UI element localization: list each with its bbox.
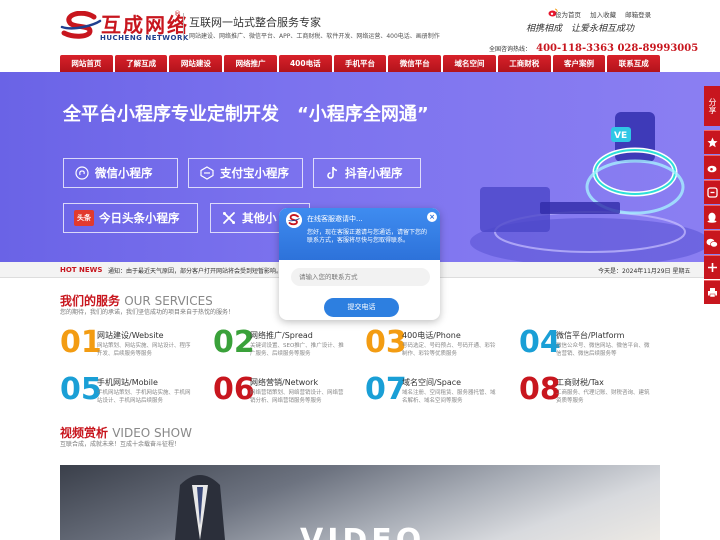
service-platform[interactable]: 04 微信平台/Platform 微信公众号、微信网站、微信平台、微信营销、微信… <box>519 328 669 372</box>
hotline-label: 全国咨询热线： <box>489 46 532 53</box>
header-services: 网站建设、网络推广、微信平台、APP、工商财税、软件开发、网络运营、400电话、… <box>189 33 440 40</box>
share-sidebar: 分享 <box>704 86 720 326</box>
weibo-share-icon[interactable] <box>704 155 720 179</box>
hot-news-tag: HOT NEWS <box>60 266 103 274</box>
service-tax[interactable]: 08 工商财税/Tax 工商服务、代理记账、财税咨询、建筑资质等服务 <box>519 375 669 419</box>
hot-news-text[interactable]: 通知：由于最近天气原因，部分客户打开网站将会受到短暂影响。 <box>108 266 282 275</box>
logo-divider <box>183 13 184 41</box>
header-slogan: 互联网一站式整合服务专家 <box>189 16 321 29</box>
banner-title: 全平台小程序专业定制开发 “小程序全网通” <box>63 104 429 125</box>
wechat-icon[interactable] <box>704 230 720 254</box>
nav-home[interactable]: 网站首页 <box>60 55 113 72</box>
qq-icon[interactable] <box>704 205 720 229</box>
service-mobile[interactable]: 05 手机网站/Mobile 手机网站策划、手机网站实施、手机网站设计、手机网站… <box>60 375 210 419</box>
toutiao-icon: 头条 <box>74 210 94 226</box>
video-overlay-text: VIDEO <box>300 523 425 540</box>
nav-tax[interactable]: 工商财税 <box>497 55 551 72</box>
video-player[interactable]: VIDEO <box>60 465 660 540</box>
svg-text:VE: VE <box>614 131 627 141</box>
nav-contact[interactable]: 联系互成 <box>607 55 661 72</box>
pill-wechat-mini: 微信小程序 <box>63 158 178 188</box>
top-links: 设为首页 加入收藏 邮箱登录 <box>555 9 658 19</box>
set-homepage-link[interactable]: 设为首页 <box>555 11 581 19</box>
chat-title: 在线客服邀请中... <box>307 215 363 223</box>
service-spread[interactable]: 02 网络推广/Spread 关键词设置、SEO推广、推广设计、推广服务、后续服… <box>213 328 363 372</box>
chat-close-button[interactable]: × <box>427 212 437 222</box>
header-motto: 相携相成 让爱永相互成功 <box>526 24 635 34</box>
qzone-icon[interactable] <box>704 130 720 154</box>
pill-toutiao-mini: 头条 今日头条小程序 <box>63 203 198 233</box>
pill-alipay-mini: 支付宝小程序 <box>188 158 303 188</box>
nav-wechat[interactable]: 微信平台 <box>388 55 442 72</box>
hotline-numbers: 400-118-3363 028-89993005 <box>536 43 699 54</box>
more-share-icon[interactable] <box>704 255 720 279</box>
nav-domain[interactable]: 域名空间 <box>443 55 496 72</box>
nav-about[interactable]: 了解互成 <box>114 55 168 72</box>
mail-login-link[interactable]: 邮箱登录 <box>625 11 651 19</box>
x-icon <box>221 210 237 226</box>
header: 互成网络 ® HUCHENG NETWORK 互联网一站式整合服务专家 网站建设… <box>0 0 720 54</box>
alipay-icon <box>199 165 215 181</box>
nav-cases[interactable]: 客户案例 <box>552 55 606 72</box>
nav-mobile[interactable]: 手机平台 <box>333 55 387 72</box>
hot-news-date: 今天是：2024年11月29日 星期五 <box>598 268 691 275</box>
add-favorite-link[interactable]: 加入收藏 <box>590 11 616 19</box>
logo-mark-icon[interactable] <box>60 11 102 41</box>
page: 互成网络 ® HUCHENG NETWORK 互联网一站式整合服务专家 网站建设… <box>0 0 720 540</box>
chat-message: 您好，现在客服正邀请与您通话，请留下您的联系方式，客服将尽快与您取得联系。 <box>307 229 428 244</box>
chat-submit-button[interactable]: 提交电话 <box>324 298 399 317</box>
service-network[interactable]: 06 网络营销/Network 网络营销策划、网络营销设计、网络营销分析、网络营… <box>213 375 363 419</box>
logo-english-text: HUCHENG NETWORK <box>100 34 189 42</box>
chat-contact-input[interactable] <box>291 268 430 286</box>
pill-douyin-mini: 抖音小程序 <box>313 158 421 188</box>
customer-service-popup: 在线客服邀请中... 您好，现在客服正邀请与您通话，请留下您的联系方式，客服将尽… <box>279 208 440 320</box>
mini-program-icon <box>74 165 90 181</box>
service-space[interactable]: 07 域名空间/Space 域名注册、空间租赁、服务器托管、域名解析、域名空间等… <box>365 375 515 419</box>
douyin-icon <box>324 165 340 181</box>
douban-icon[interactable] <box>704 180 720 204</box>
chat-avatar-icon <box>286 212 302 228</box>
nav-promotion[interactable]: 网络推广 <box>224 55 277 72</box>
service-website[interactable]: 01 网站建设/Website 网站策划、网站实施、网站设计、程序开发、后续服务… <box>60 328 210 372</box>
main-nav: 网站首页 了解互成 网站建设 网络推广 400电话 手机平台 微信平台 域名空间… <box>60 55 661 72</box>
banner-illustration: VE <box>470 112 710 262</box>
nav-website[interactable]: 网站建设 <box>169 55 223 72</box>
share-button[interactable]: 分享 <box>704 86 720 126</box>
logo-registered-mark: ® <box>174 10 181 18</box>
print-icon[interactable] <box>704 280 720 304</box>
video-person-figure <box>175 475 225 540</box>
services-subtitle: 您的期待，我们的承诺，我们坚信成功的项目来自于热忱的服务！ <box>60 309 235 316</box>
service-phone[interactable]: 03 400电话/Phone 号码选定、号码预占、号码开通、彩铃制作、彩铃等优质… <box>365 328 515 372</box>
video-subtitle: 互联合成，成就未来！互成十余载奋斗征程！ <box>60 441 181 448</box>
nav-400-phone[interactable]: 400电话 <box>278 55 332 72</box>
